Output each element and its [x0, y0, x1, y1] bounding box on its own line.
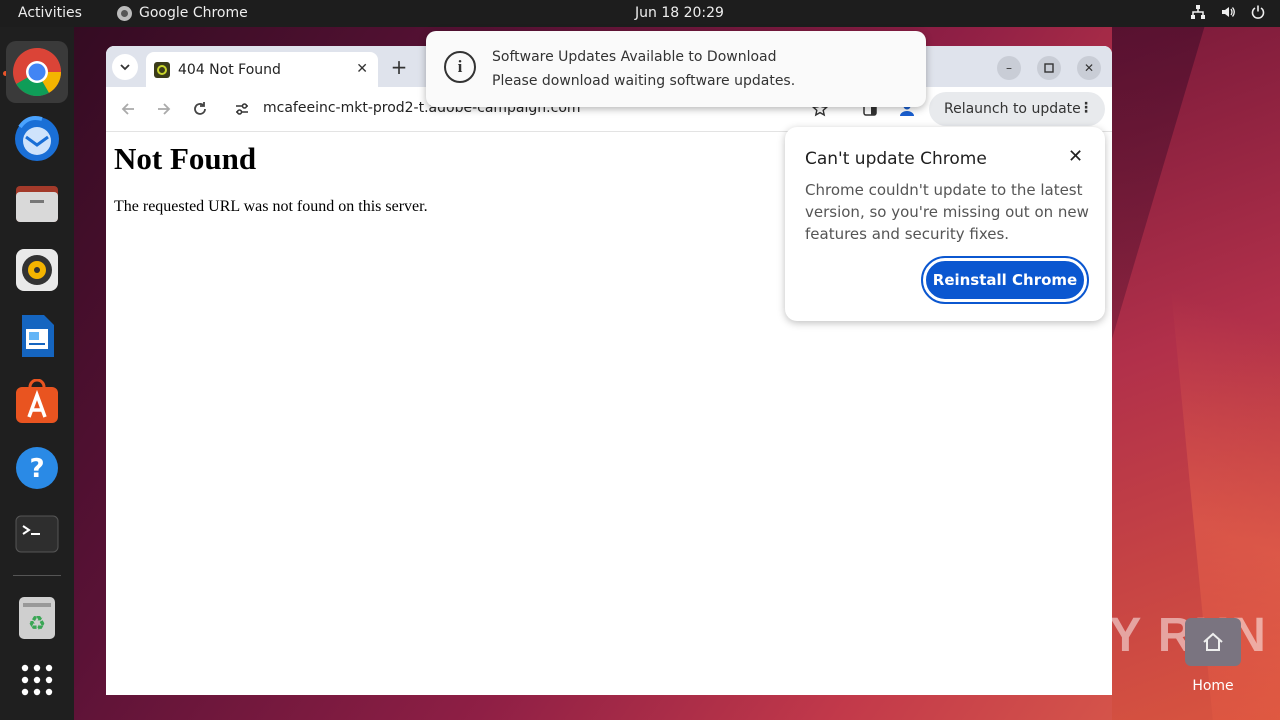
app-menu[interactable]: Google Chrome: [117, 5, 248, 21]
bubble-title: Can't update Chrome: [805, 149, 987, 169]
reload-icon: [194, 102, 206, 115]
forward-button[interactable]: [154, 99, 174, 119]
maximize-button[interactable]: [1037, 56, 1061, 80]
help-icon: ?: [16, 447, 58, 489]
terminal-icon: [15, 515, 59, 553]
network-icon[interactable]: [1190, 4, 1206, 20]
dock: ? ♻: [0, 27, 74, 720]
activities-button[interactable]: Activities: [18, 5, 82, 21]
system-tray[interactable]: [1190, 4, 1266, 20]
reinstall-chrome-button[interactable]: Reinstall Chrome: [921, 256, 1089, 304]
back-button[interactable]: [118, 99, 138, 119]
new-tab-button[interactable]: +: [388, 55, 410, 79]
dock-thunderbird[interactable]: [6, 107, 68, 169]
chrome-icon: [117, 5, 132, 21]
home-label: Home: [1192, 678, 1234, 694]
reload-button[interactable]: [190, 99, 210, 119]
dock-chrome[interactable]: [6, 41, 68, 103]
svg-text:?: ?: [29, 454, 44, 484]
dock-app-center[interactable]: [6, 371, 68, 433]
dock-help[interactable]: ?: [6, 437, 68, 499]
power-icon[interactable]: [1250, 4, 1266, 20]
top-bar: Activities Google Chrome Jun 18 20:29: [0, 0, 1280, 27]
notification-title: Software Updates Available to Download: [492, 49, 777, 65]
update-error-bubble: Can't update Chrome ✕ Chrome couldn't up…: [785, 127, 1105, 321]
thunderbird-icon: [15, 116, 59, 161]
desktop-home[interactable]: Home: [1184, 618, 1242, 702]
dock-files[interactable]: [6, 173, 68, 235]
dock-rhythmbox[interactable]: [6, 239, 68, 301]
more-options-icon: ⋮: [1079, 100, 1093, 116]
rhythmbox-icon: [16, 249, 58, 291]
home-folder-icon: [1185, 618, 1241, 666]
notification-body: Please download waiting software updates…: [492, 73, 796, 89]
clock[interactable]: Jun 18 20:29: [635, 5, 724, 21]
dock-trash[interactable]: ♻: [6, 587, 68, 649]
page-message: The requested URL was not found on this …: [114, 198, 428, 215]
apps-grid-icon: [21, 664, 53, 696]
arrow-left-icon: [121, 103, 134, 115]
arrow-right-icon: [158, 103, 171, 115]
close-window-button[interactable]: ✕: [1077, 56, 1101, 80]
chrome-icon: [13, 48, 62, 97]
tab-close-icon[interactable]: ✕: [356, 61, 368, 77]
dock-separator: [13, 575, 61, 576]
app-menu-label: Google Chrome: [139, 5, 248, 21]
relaunch-to-update-button[interactable]: Relaunch to update ⋮: [929, 92, 1105, 126]
writer-icon: [22, 315, 54, 357]
volume-icon[interactable]: [1220, 4, 1236, 20]
dock-terminal[interactable]: [6, 503, 68, 565]
svg-text:♻: ♻: [28, 611, 46, 635]
trash-icon: ♻: [19, 597, 55, 639]
chevron-down-icon: [120, 64, 130, 71]
page-heading: Not Found: [114, 141, 257, 176]
app-center-icon: [16, 379, 58, 423]
tab-search-button[interactable]: [112, 54, 138, 80]
favicon-icon: [154, 61, 170, 78]
system-notification[interactable]: i Software Updates Available to Download…: [426, 31, 926, 107]
relaunch-label: Relaunch to update: [944, 101, 1081, 117]
bubble-close-icon[interactable]: ✕: [1068, 146, 1083, 167]
dock-writer[interactable]: [6, 305, 68, 367]
files-icon: [16, 186, 58, 222]
bubble-body: Chrome couldn't update to the latest ver…: [805, 181, 1089, 243]
info-icon: i: [444, 51, 476, 83]
site-info-icon[interactable]: [234, 101, 250, 117]
tab-title: 404 Not Found: [178, 61, 281, 78]
minimize-button[interactable]: –: [997, 56, 1021, 80]
tab-active[interactable]: 404 Not Found ✕: [146, 52, 378, 87]
dock-show-apps[interactable]: [6, 649, 68, 711]
